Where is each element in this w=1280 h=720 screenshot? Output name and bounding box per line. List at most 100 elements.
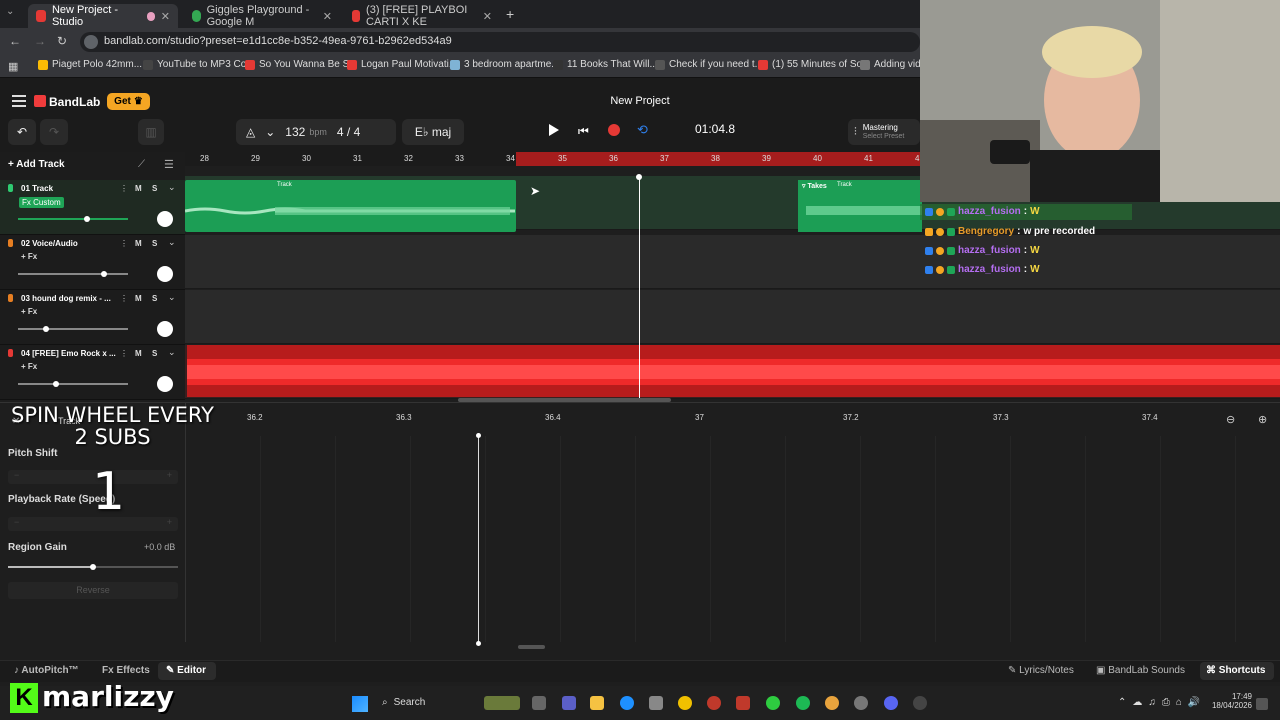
close-tab-icon[interactable]: ✕ [483,10,492,23]
pan-knob[interactable] [157,211,173,227]
skip-to-start-icon[interactable]: ⏮ [578,124,589,139]
spotify-icon[interactable] [796,696,810,710]
track-settings-icon[interactable]: ☰ [164,158,174,171]
track-name[interactable]: 03 hound dog remix - ... [21,294,111,303]
undo-button[interactable]: ↶ [8,119,36,145]
track-name[interactable]: 02 Voice/Audio [21,239,78,248]
volume-slider[interactable] [18,383,128,385]
add-fx-button[interactable]: + Fx [21,362,37,371]
play-icon[interactable] [549,124,559,136]
add-track-button[interactable]: + Add Track [8,159,65,170]
bookmark-item[interactable]: So You Wanna Be S... [245,59,358,70]
tab-new-project[interactable]: New Project - Studio ✕ [28,4,178,28]
track-lane-2[interactable] [185,235,1280,289]
track-lane-3[interactable] [185,290,1280,344]
solo-button[interactable]: S [152,184,157,193]
xbox-icon[interactable] [766,696,780,710]
playhead[interactable] [639,176,640,400]
reverse-button[interactable]: Reverse [8,582,178,599]
bookmark-item[interactable]: 3 bedroom apartme... [450,59,560,70]
volume-handle[interactable] [84,216,90,222]
editor-playhead-handle[interactable] [476,641,481,646]
autopitch-tab[interactable]: ♪ AutoPitch™ [14,665,79,676]
region-gain-handle[interactable] [90,564,96,570]
acrobat-icon[interactable] [736,696,750,710]
windows-start-icon[interactable] [352,696,368,712]
track-more-icon[interactable]: ⋮ [120,349,128,358]
opera-icon[interactable] [707,696,721,710]
reload-icon[interactable]: ↻ [57,34,67,48]
clock[interactable]: 17:49 18/04/2026 [1208,692,1252,710]
audio-region-red[interactable] [187,345,1280,397]
chat-icon[interactable] [562,696,576,710]
menu-icon[interactable] [12,95,26,107]
app-icon[interactable] [678,696,692,710]
loop-icon[interactable]: ⟲ [637,122,648,138]
mixer-icon[interactable]: ▥ [138,119,164,145]
metronome-icon[interactable]: ◬ [246,125,255,139]
system-tray-icons[interactable]: ⌃☁♫⎙⌂🔊 [1118,697,1206,708]
task-view-icon[interactable] [532,696,546,710]
editor-playhead[interactable] [478,436,479,644]
store-icon[interactable] [649,696,663,710]
edge-icon[interactable] [620,696,634,710]
bookmark-item[interactable]: (1) 55 Minutes of So... [758,59,870,70]
add-fx-button[interactable]: + Fx [21,307,37,316]
file-explorer-icon[interactable] [590,696,604,710]
apps-grid-icon[interactable]: ▦ [8,60,18,73]
solo-button[interactable]: S [152,294,157,303]
bandlab-sounds-button[interactable]: ▣ BandLab Sounds [1096,665,1185,676]
new-tab-icon[interactable]: + [506,6,514,22]
volume-handle[interactable] [43,326,49,332]
steam-icon[interactable] [854,696,868,710]
fx-custom-badge[interactable]: Fx Custom [19,197,64,208]
bookmark-item[interactable]: YouTube to MP3 Co... [143,59,255,70]
chevron-down-icon[interactable]: ⌄ [168,237,176,248]
lyrics-notes-button[interactable]: ✎ Lyrics/Notes [1008,665,1074,676]
record-icon[interactable] [608,124,620,136]
url-field[interactable]: bandlab.com/studio?preset=e1d1cc8e-b352-… [80,32,920,52]
bookmark-item[interactable]: Piaget Polo 42mm... [38,59,142,70]
bookmark-item[interactable]: 11 Books That Will... [553,59,658,70]
close-tab-icon[interactable]: ✕ [323,10,332,23]
editor-tab[interactable]: ✎ Editor [158,662,216,680]
chevron-down-icon[interactable]: ⌄ [168,347,176,358]
mute-button[interactable]: M [135,184,142,193]
volume-slider[interactable] [18,218,128,220]
track-name[interactable]: 04 [FREE] Emo Rock x ... [21,349,116,358]
forward-icon[interactable]: → [34,34,46,48]
key-selector[interactable]: E♭ maj [402,119,464,145]
bpm-value[interactable]: 132 [285,125,305,139]
notification-icon[interactable] [1256,698,1268,710]
redo-button[interactable]: ↷ [40,119,68,145]
site-info-icon[interactable] [84,35,98,49]
editor-scrollbar[interactable] [518,645,545,649]
editor-grid[interactable] [186,436,1280,642]
effects-tab[interactable]: Fx Effects [102,665,150,676]
zoom-out-icon[interactable]: ⊖ [1226,413,1235,426]
project-title[interactable]: New Project [600,95,680,107]
volume-slider[interactable] [18,328,128,330]
time-signature[interactable]: 4 / 4 [337,125,360,139]
mute-button[interactable]: M [135,294,142,303]
track-more-icon[interactable]: ⋮ [120,184,128,193]
pan-knob[interactable] [157,321,173,337]
back-icon[interactable]: ← [9,34,21,48]
obs-icon[interactable] [913,696,927,710]
audio-region[interactable] [185,180,516,232]
track-more-icon[interactable]: ⋮ [120,239,128,248]
mastering-button[interactable]: ⫶ Mastering Select Preset [848,119,920,145]
close-tab-icon[interactable]: ✕ [161,10,170,23]
zoom-in-icon[interactable]: ⊕ [1258,413,1267,426]
chrome-icon[interactable] [825,696,839,710]
get-button[interactable]: Get ♛ [107,93,150,110]
playhead-handle[interactable] [636,174,642,180]
bookmark-item[interactable]: Check if you need t... [655,59,763,70]
pan-knob[interactable] [157,376,173,392]
track-name[interactable]: 01 Track [21,184,53,193]
pan-knob[interactable] [157,266,173,282]
volume-slider[interactable] [18,273,128,275]
volume-handle[interactable] [53,381,59,387]
tab-giggles-playground[interactable]: Giggles Playground - Google M ✕ [184,4,340,28]
editor-playhead-handle[interactable] [476,433,481,438]
